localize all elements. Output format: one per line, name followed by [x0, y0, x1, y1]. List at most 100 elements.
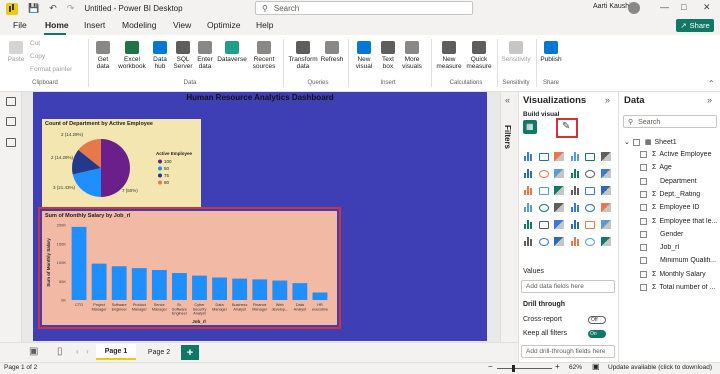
- text-box-button[interactable]: Text box: [378, 41, 398, 70]
- tab-home[interactable]: Home: [45, 20, 69, 30]
- collapse-ribbon-icon[interactable]: ⌃: [708, 79, 715, 88]
- page-tab-1[interactable]: Page 1: [96, 344, 136, 360]
- visual-type-icon[interactable]: [584, 150, 596, 161]
- copy-button[interactable]: Copy: [30, 53, 45, 60]
- field-item[interactable]: Σ Dept._Rating: [640, 190, 718, 198]
- visual-type-icon[interactable]: [553, 235, 565, 246]
- bar[interactable]: [232, 278, 248, 300]
- bar[interactable]: [192, 275, 207, 300]
- visual-type-icon[interactable]: [522, 167, 534, 178]
- sensitivity-button[interactable]: Sensitivity: [500, 41, 532, 63]
- format-visual-tab[interactable]: ✎: [556, 118, 578, 138]
- get-data-button[interactable]: Get data: [92, 41, 114, 70]
- visual-type-icon[interactable]: [569, 201, 581, 212]
- quick-measure-button[interactable]: Quick measure: [464, 41, 494, 70]
- save-icon[interactable]: 💾: [28, 3, 39, 14]
- table-view-icon[interactable]: [6, 117, 16, 126]
- bar[interactable]: [252, 279, 268, 300]
- bar[interactable]: [91, 263, 107, 300]
- bar[interactable]: [151, 270, 167, 300]
- visual-type-icon[interactable]: [569, 235, 581, 246]
- pie-chart-visual[interactable]: Count of Department by Active Employee 7…: [42, 119, 201, 207]
- field-item[interactable]: Σ Active Employee: [640, 151, 718, 158]
- field-checkbox[interactable]: [640, 204, 647, 212]
- share-button[interactable]: ↗ Share: [676, 19, 714, 32]
- table-sheet1[interactable]: ⌄ ▦ Sheet1: [624, 138, 718, 146]
- field-checkbox[interactable]: [640, 177, 647, 185]
- sql-server-button[interactable]: SQL Server: [173, 41, 193, 70]
- field-checkbox[interactable]: [640, 217, 647, 225]
- bar[interactable]: [312, 292, 328, 301]
- visual-type-icon[interactable]: [522, 201, 534, 212]
- field-item[interactable]: Gender: [640, 230, 718, 238]
- search-input[interactable]: ⚲ Search: [255, 1, 473, 15]
- zoom-out-icon[interactable]: −: [488, 362, 493, 371]
- visual-type-icon[interactable]: [522, 184, 534, 195]
- zoom-slider[interactable]: [497, 368, 552, 369]
- field-item[interactable]: Σ Age: [640, 164, 718, 172]
- page-tab-2[interactable]: Page 2: [140, 344, 178, 360]
- undo-icon[interactable]: ↶: [49, 3, 57, 14]
- filters-label[interactable]: Filters: [503, 125, 512, 149]
- visual-type-icon[interactable]: [538, 218, 550, 229]
- refresh-button[interactable]: Refresh: [320, 41, 344, 63]
- visual-type-icon[interactable]: [522, 150, 534, 161]
- visual-type-icon[interactable]: [538, 167, 550, 178]
- expand-filters-icon[interactable]: «: [505, 95, 510, 105]
- report-canvas[interactable]: Human Resource Analytics Dashboard Count…: [22, 92, 500, 342]
- tab-view[interactable]: View: [173, 20, 191, 30]
- dataverse-button[interactable]: Dataverse: [216, 41, 248, 63]
- zoom-in-icon[interactable]: +: [555, 362, 560, 371]
- update-notice[interactable]: Update available (click to download): [608, 364, 712, 371]
- field-checkbox[interactable]: [640, 190, 647, 198]
- keep-filters-toggle[interactable]: On: [588, 330, 606, 338]
- more-visuals-button[interactable]: More visuals: [399, 41, 425, 70]
- table-checkbox[interactable]: [632, 138, 640, 146]
- report-page[interactable]: Human Resource Analytics Dashboard Count…: [33, 92, 487, 341]
- build-visual-tab[interactable]: ▦: [523, 120, 537, 134]
- transform-data-button[interactable]: Transform data: [287, 41, 319, 70]
- zoom-slider-thumb[interactable]: [512, 365, 515, 372]
- field-checkbox[interactable]: [640, 164, 647, 172]
- cut-button[interactable]: Cut: [30, 40, 40, 47]
- visual-type-icon[interactable]: [584, 167, 596, 178]
- visual-type-icon[interactable]: [553, 218, 565, 229]
- publish-button[interactable]: Publish: [539, 41, 563, 63]
- visual-type-icon[interactable]: [584, 235, 596, 246]
- visual-type-icon[interactable]: [569, 150, 581, 161]
- field-item[interactable]: Minimum Qualifi...: [640, 257, 718, 265]
- visual-type-icon[interactable]: [538, 235, 550, 246]
- enter-data-button[interactable]: Enter data: [196, 41, 214, 70]
- visual-type-icon[interactable]: [553, 150, 565, 161]
- visual-type-icon[interactable]: [522, 235, 534, 246]
- bar-chart-visual[interactable]: Sum of Monthly Salary by Job_rl 0K 50K 100…: [42, 211, 337, 325]
- visual-type-icon[interactable]: [584, 218, 596, 229]
- visual-type-icon[interactable]: [584, 184, 596, 195]
- visual-type-icon[interactable]: [600, 150, 612, 161]
- bar[interactable]: [171, 273, 187, 300]
- visual-type-icon[interactable]: [600, 184, 612, 195]
- visual-type-icon[interactable]: [569, 184, 581, 195]
- bar[interactable]: [292, 283, 308, 300]
- visual-type-icon[interactable]: [569, 218, 581, 229]
- field-checkbox[interactable]: [640, 244, 647, 252]
- mobile-layout-icon[interactable]: ▯: [57, 346, 63, 357]
- field-item[interactable]: Σ Monthly Salary: [640, 270, 718, 278]
- desktop-layout-icon[interactable]: ▣: [29, 346, 38, 357]
- report-view-icon[interactable]: [6, 97, 16, 106]
- visual-type-icon[interactable]: [553, 201, 565, 212]
- field-checkbox[interactable]: [640, 257, 647, 265]
- data-hub-button[interactable]: Data hub: [150, 41, 170, 70]
- avatar[interactable]: [628, 2, 640, 14]
- field-item[interactable]: Σ Employee that le...: [640, 217, 718, 225]
- tab-help[interactable]: Help: [256, 20, 273, 30]
- bar[interactable]: [71, 226, 87, 300]
- data-search-input[interactable]: ⚲ Search: [623, 115, 717, 128]
- visual-type-icon[interactable]: [569, 167, 581, 178]
- close-icon[interactable]: ✕: [703, 2, 711, 13]
- bar[interactable]: [131, 268, 147, 300]
- new-measure-button[interactable]: New measure: [435, 41, 463, 70]
- add-page-button[interactable]: +: [181, 345, 199, 360]
- tab-insert[interactable]: Insert: [84, 20, 105, 30]
- excel-workbook-button[interactable]: Excel workbook: [117, 41, 147, 70]
